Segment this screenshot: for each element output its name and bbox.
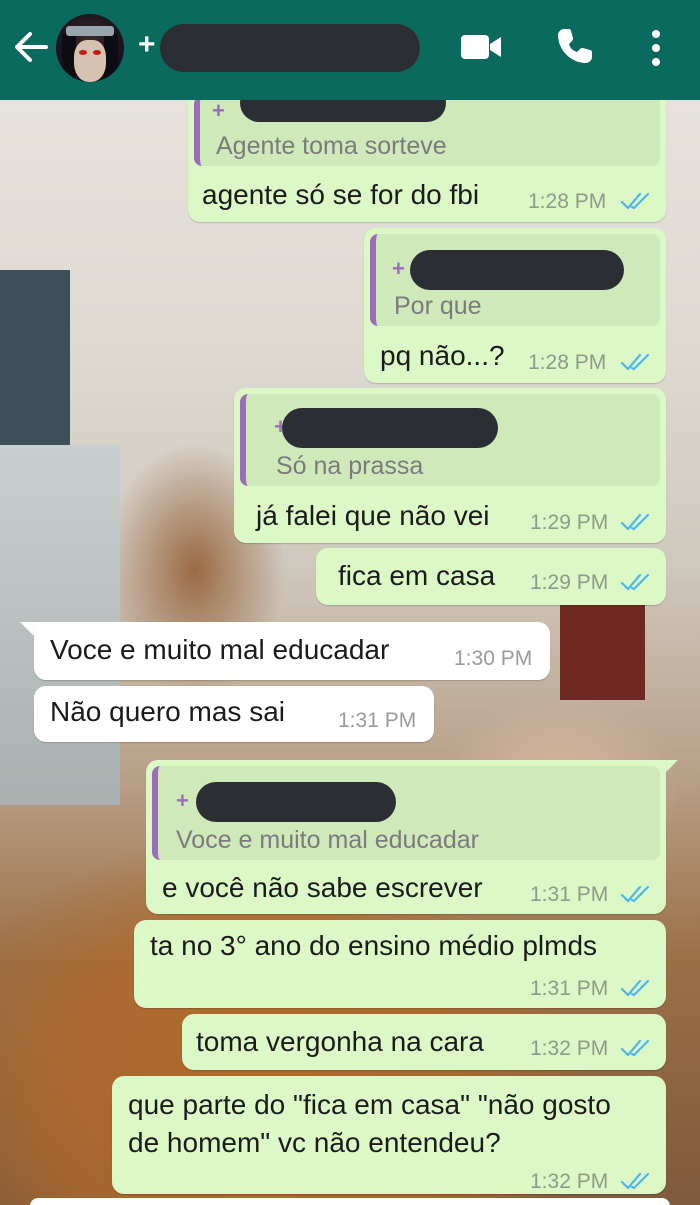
message-bubble[interactable]: + Por que pq não...? 1:28 PM (364, 228, 666, 383)
message-text: Não quero mas sai (50, 696, 286, 727)
message-time: 1:32 PM (530, 1037, 609, 1060)
read-ticks-icon (620, 1172, 650, 1190)
quote-text: Voce e muito mal educadar (176, 826, 479, 854)
contact-name[interactable]: + (138, 28, 156, 62)
quote-text: Agente toma sorteve (216, 132, 447, 160)
quote-sender-prefix: + (212, 98, 225, 123)
message-time: 1:29 PM (530, 571, 609, 594)
message-time: 1:29 PM (530, 511, 609, 534)
message-text: ta no 3° ano do ensino médio plmds (150, 930, 598, 961)
message-text: Voce e muito mal educadar (50, 634, 390, 665)
bubble-tail (20, 622, 34, 636)
message-bubble[interactable]: Voce e muito mal educadar 1:30 PM (34, 622, 550, 680)
message-time: 1:28 PM (528, 351, 607, 374)
message-bubble[interactable]: + Voce e muito mal educadar e você não s… (146, 760, 666, 914)
redaction-bar (196, 782, 396, 822)
arrow-left-icon[interactable] (12, 28, 50, 66)
chat-header: + (0, 0, 700, 100)
more-vert-icon[interactable] (646, 28, 666, 68)
message-text: pq não...? (380, 340, 505, 371)
message-bubble[interactable]: toma vergonha na cara 1:32 PM (182, 1014, 666, 1070)
message-bubble[interactable]: Não quero mas sai 1:31 PM (34, 686, 434, 742)
message-time: 1:31 PM (530, 883, 609, 906)
quote-sender-prefix: + (176, 788, 189, 813)
phone-icon[interactable] (555, 26, 595, 66)
read-ticks-icon (620, 885, 650, 903)
message-time: 1:31 PM (338, 709, 417, 732)
message-bubble[interactable]: que parte do "fica em casa" "não gosto d… (112, 1076, 666, 1194)
message-time: 1:30 PM (454, 647, 533, 670)
quote-text: Por que (394, 292, 482, 320)
message-text: já falei que não vei (256, 500, 490, 531)
read-ticks-icon (620, 192, 650, 210)
read-ticks-icon (620, 573, 650, 591)
redaction-bar (282, 408, 498, 448)
read-ticks-icon (620, 1039, 650, 1057)
quote-sender-prefix: + (392, 256, 405, 281)
wallpaper-door (560, 600, 645, 700)
message-bubble[interactable]: ta no 3° ano do ensino médio plmds 1:31 … (134, 920, 666, 1008)
message-text: agente só se for do fbi (202, 179, 480, 210)
message-time: 1:32 PM (530, 1170, 609, 1193)
message-text: toma vergonha na cara (196, 1026, 484, 1057)
wallpaper-wall-panel (0, 270, 70, 450)
message-bubble[interactable]: + Agente toma sorteve agente só se for d… (188, 84, 666, 222)
read-ticks-icon (620, 353, 650, 371)
input-bar-edge (30, 1198, 670, 1205)
message-text: fica em casa (338, 560, 496, 591)
bubble-tail (664, 760, 678, 774)
redaction-bar (410, 250, 624, 290)
avatar[interactable] (56, 14, 124, 82)
redaction-bar (160, 24, 420, 72)
read-ticks-icon (620, 513, 650, 531)
message-text: e você não sabe escrever (162, 872, 483, 903)
video-call-icon[interactable] (460, 32, 502, 62)
read-ticks-icon (620, 979, 650, 997)
message-bubble[interactable]: + Só na prassa já falei que não vei 1:29… (234, 388, 666, 543)
message-bubble[interactable]: fica em casa 1:29 PM (316, 548, 666, 605)
message-time: 1:28 PM (528, 190, 607, 213)
message-text: que parte do "fica em casa" "não gosto d… (128, 1089, 611, 1158)
message-time: 1:31 PM (530, 977, 609, 1000)
quote-text: Só na prassa (276, 452, 424, 480)
